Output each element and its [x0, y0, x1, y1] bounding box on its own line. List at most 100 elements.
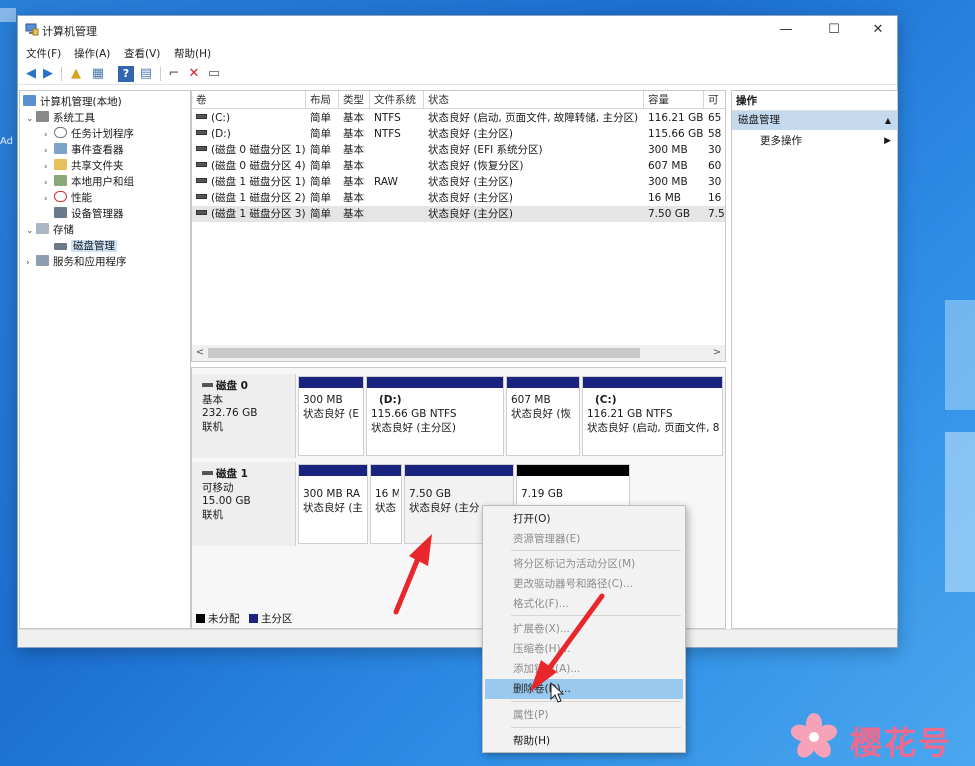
minimize-button[interactable]: — — [764, 20, 808, 40]
volume-cell: (磁盘 1 磁盘分区 1) — [196, 174, 306, 190]
menu-file[interactable]: 文件(F) — [26, 46, 61, 61]
up-folder-icon[interactable]: ▲ — [68, 66, 84, 82]
context-menu-item[interactable]: 压缩卷(H)... — [485, 639, 683, 659]
disk-0-partition-d[interactable]: (D:) 115.66 GB NTFS 状态良好 (主分区) — [366, 376, 504, 456]
menu-view[interactable]: 查看(V) — [124, 46, 160, 61]
computer-management-icon — [25, 23, 39, 36]
column-header-status[interactable]: 状态 — [424, 91, 644, 109]
volume-row[interactable]: (磁盘 1 磁盘分区 3) 简单 基本 状态良好 (主分区) 7.50 GB 7.5 — [192, 206, 725, 222]
chevron-right-icon[interactable]: › — [44, 159, 54, 175]
scroll-right-icon[interactable]: > — [709, 345, 725, 361]
menu-action[interactable]: 操作(A) — [74, 46, 110, 61]
disk-1-partition-2[interactable]: 16 M 状态 — [370, 464, 402, 544]
chevron-right-icon[interactable]: › — [26, 255, 36, 271]
tree-item-event-viewer[interactable]: › 事件查看器 — [44, 142, 124, 158]
title-bar: 计算机管理 — ☐ ✕ — [18, 16, 897, 44]
context-menu-item[interactable]: 删除卷(D)... — [485, 679, 683, 699]
context-menu-item[interactable]: 属性(P) — [485, 705, 683, 725]
volume-row[interactable]: (磁盘 1 磁盘分区 1) 简单 基本 RAW 状态良好 (主分区) 300 MB 30 — [192, 174, 725, 190]
volume-cell: 状态良好 (主分区) — [428, 192, 514, 204]
tree-item-storage[interactable]: ⌄ 存储 — [26, 222, 74, 238]
tree-label: 系统工具 — [53, 112, 95, 124]
menu-help[interactable]: 帮助(H) — [174, 46, 211, 61]
chevron-right-icon[interactable]: › — [44, 127, 54, 143]
tree-item-task-scheduler[interactable]: › 任务计划程序 — [44, 126, 134, 142]
tree-label: 事件查看器 — [71, 144, 124, 156]
volume-cell: 16 — [708, 192, 722, 204]
more-actions[interactable]: 更多操作 ▶ — [732, 130, 897, 152]
volume-cell: 基本 — [343, 160, 364, 172]
disk-0-partition-1[interactable]: 300 MB 状态良好 (E — [298, 376, 364, 456]
partition-size: 7.50 GB — [409, 488, 452, 500]
horizontal-scrollbar[interactable]: < > — [192, 345, 725, 361]
context-menu-item[interactable]: 将分区标记为活动分区(M) — [485, 554, 683, 574]
chevron-down-icon[interactable]: ⌄ — [26, 111, 36, 127]
sakura-logo-icon — [790, 713, 838, 758]
disk-0-info[interactable]: 磁盘 0 基本 232.76 GB 联机 — [192, 374, 296, 458]
tree-item-system-tools[interactable]: ⌄ 系统工具 — [26, 110, 95, 126]
volume-row[interactable]: (磁盘 0 磁盘分区 4) 简单 基本 状态良好 (恢复分区) 607 MB 60 — [192, 158, 725, 174]
storage-icon — [36, 223, 49, 234]
column-header-capacity[interactable]: 容量 — [644, 91, 704, 109]
tree-label: 存储 — [53, 224, 74, 236]
back-icon[interactable]: ◀ — [23, 66, 39, 82]
close-button[interactable]: ✕ — [856, 20, 900, 40]
column-header-free[interactable]: 可 — [704, 91, 725, 109]
context-menu-item[interactable]: 添加镜像(A)... — [485, 659, 683, 679]
chevron-right-icon[interactable]: › — [44, 143, 54, 159]
legend-primary: 主分区 — [260, 613, 293, 625]
menu-separator — [511, 727, 681, 728]
properties-icon[interactable]: ▤ — [138, 66, 154, 82]
disk-1-info[interactable]: 磁盘 1 可移动 15.00 GB 联机 — [192, 462, 296, 546]
column-header-layout[interactable]: 布局 — [306, 91, 339, 109]
disk-icon — [54, 243, 67, 250]
column-header-volume[interactable]: 卷 — [192, 91, 306, 109]
menu-separator — [511, 615, 681, 616]
forward-icon[interactable]: ▶ — [40, 66, 56, 82]
context-menu-item[interactable]: 格式化(F)... — [485, 594, 683, 614]
connect-icon[interactable]: ⌐ — [166, 66, 182, 82]
volume-row[interactable]: (D:) 简单 基本 NTFS 状态良好 (主分区) 115.66 GB 58 — [192, 126, 725, 142]
navigation-tree: 计算机管理(本地) ⌄ 系统工具 › 任务计划程序 › 事件查看器 › 共享文件夹 › 本… — [19, 90, 191, 629]
tree-item-disk-management[interactable]: 磁盘管理 — [54, 238, 117, 254]
view-icon[interactable]: ▭ — [206, 66, 222, 82]
context-menu-item[interactable]: 更改驱动器号和路径(C)... — [485, 574, 683, 594]
delete-icon[interactable]: ✕ — [186, 66, 202, 82]
context-menu-item[interactable]: 扩展卷(X)... — [485, 619, 683, 639]
disk-0-partition-c[interactable]: (C:) 116.21 GB NTFS 状态良好 (启动, 页面文件, 8 — [582, 376, 723, 456]
context-menu: 打开(O) 资源管理器(E) 将分区标记为活动分区(M) 更改驱动器号和路径(C)..… — [482, 505, 686, 753]
context-menu-item[interactable]: 资源管理器(E) — [485, 529, 683, 549]
help-icon[interactable]: ? — [118, 66, 134, 82]
scrollbar-thumb[interactable] — [208, 348, 640, 358]
tree-item-performance[interactable]: › 性能 — [44, 190, 92, 206]
tree-item-shared-folders[interactable]: › 共享文件夹 — [44, 158, 124, 174]
volume-cell: (磁盘 1 磁盘分区 2) — [196, 190, 306, 206]
desktop-text: Ad — [0, 136, 14, 147]
chevron-down-icon[interactable]: ⌄ — [26, 223, 36, 239]
partition-size: 116.21 GB NTFS — [587, 408, 673, 420]
disk-0-size: 232.76 GB — [202, 407, 258, 419]
context-menu-item[interactable]: 帮助(H) — [485, 731, 683, 751]
maximize-button[interactable]: ☐ — [812, 20, 856, 40]
actions-section-disk-management[interactable]: 磁盘管理 ▲ — [732, 111, 897, 130]
column-header-filesystem[interactable]: 文件系统 — [370, 91, 424, 109]
volume-row[interactable]: (磁盘 1 磁盘分区 2) 简单 基本 状态良好 (主分区) 16 MB 16 — [192, 190, 725, 206]
volume-row[interactable]: (C:) 简单 基本 NTFS 状态良好 (启动, 页面文件, 故障转储, 主分区) 11… — [192, 110, 725, 126]
volume-row[interactable]: (磁盘 0 磁盘分区 1) 简单 基本 状态良好 (EFI 系统分区) 300 MB 30 — [192, 142, 725, 158]
tree-label: 共享文件夹 — [71, 160, 124, 172]
context-menu-item[interactable]: 打开(O) — [485, 509, 683, 529]
tree-item-services-apps[interactable]: › 服务和应用程序 — [26, 254, 127, 270]
tree-label: 服务和应用程序 — [53, 256, 127, 268]
chevron-right-icon[interactable]: › — [44, 175, 54, 191]
tree-item-device-manager[interactable]: 设备管理器 — [54, 206, 124, 222]
chevron-right-icon[interactable]: › — [44, 191, 54, 207]
event-viewer-icon — [54, 143, 67, 154]
scroll-left-icon[interactable]: < — [192, 345, 208, 361]
show-hide-tree-icon[interactable]: ▦ — [90, 66, 106, 82]
disk-0-partition-4[interactable]: 607 MB 状态良好 (恢 — [506, 376, 580, 456]
column-header-type[interactable]: 类型 — [339, 91, 370, 109]
tree-item-root[interactable]: 计算机管理(本地) — [23, 94, 122, 110]
tree-item-local-users[interactable]: › 本地用户和组 — [44, 174, 134, 190]
collapse-icon[interactable]: ▲ — [885, 111, 891, 130]
disk-1-partition-1[interactable]: 300 MB RA 状态良好 (主 — [298, 464, 368, 544]
